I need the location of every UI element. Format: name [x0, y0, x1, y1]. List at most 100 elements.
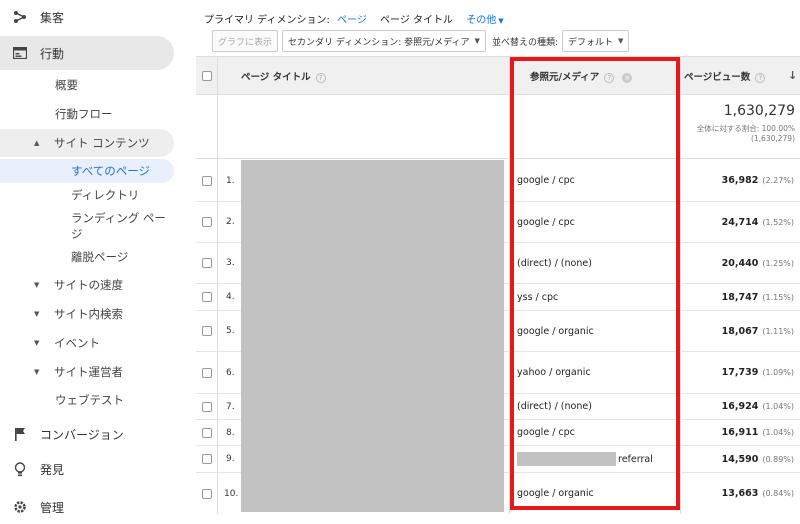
- pageviews-pct: (1.52%): [762, 217, 794, 227]
- dimension-page-link[interactable]: ページ: [337, 15, 367, 26]
- row-number: 6.: [226, 367, 235, 378]
- remove-dimension-icon[interactable]: ×: [622, 72, 633, 83]
- pageviews-pct: (0.89%): [762, 454, 794, 464]
- report-area: プライマリ ディメンション: ページ ページ タイトル その他 ▼ グラフに表示 …: [196, 0, 800, 514]
- nav-all-pages-label: すべてのページ: [71, 164, 151, 178]
- row-checkbox-cell: [202, 160, 216, 201]
- dimension-other-link[interactable]: その他: [466, 15, 496, 26]
- nav-overview[interactable]: 概要: [0, 77, 174, 93]
- col-pageviews-header[interactable]: ページビュー数?: [684, 69, 766, 83]
- secondary-dimension-dropdown[interactable]: セカンダリ ディメンション: 参照元/メディア ▼: [282, 30, 486, 52]
- source-medium-cell[interactable]: google / cpc: [517, 160, 677, 201]
- lightbulb-icon: [0, 461, 40, 477]
- redacted-referral-source: [517, 452, 616, 466]
- row-number: 2.: [226, 217, 235, 227]
- nav-directory[interactable]: ディレクトリ: [0, 187, 174, 203]
- row-checkbox-cell: [202, 473, 216, 514]
- total-pct-value: (1,630,279): [750, 134, 795, 143]
- nav-landing-pages-label: ランディング ページ: [71, 211, 166, 241]
- source-medium-cell[interactable]: (direct) / (none): [517, 243, 677, 283]
- nav-behavior-flow-label: 行動フロー: [55, 107, 113, 121]
- nav-discover-label: 発見: [40, 462, 65, 477]
- primary-dimension-label: プライマリ ディメンション:: [204, 15, 330, 26]
- nav-admin[interactable]: 管理: [0, 490, 174, 524]
- table-toolbar: グラフに表示 セカンダリ ディメンション: 参照元/メディア ▼ 並べ替えの種類:…: [212, 30, 630, 52]
- nav-exit-pages[interactable]: 離脱ページ: [0, 249, 174, 265]
- help-icon[interactable]: ?: [755, 72, 766, 83]
- nav-experiments[interactable]: ウェブテスト: [0, 392, 174, 408]
- source-medium-cell[interactable]: google / organic: [517, 473, 677, 514]
- triangle-down-icon: ▼: [34, 310, 40, 318]
- source-medium-cell[interactable]: yss / cpc: [517, 284, 677, 310]
- col-page-title-header[interactable]: ページ タイトル?: [241, 69, 326, 83]
- primary-dimension-bar: プライマリ ディメンション: ページ ページ タイトル その他 ▼: [204, 11, 504, 26]
- source-medium-cell[interactable]: google / organic: [517, 311, 677, 351]
- pageviews-pct: (1.09%): [762, 368, 794, 377]
- col-source-medium-header[interactable]: 参照元/メディア? ×: [530, 69, 633, 83]
- row-checkbox-cell: [202, 394, 216, 419]
- nav-behavior[interactable]: 行動: [0, 36, 174, 70]
- flag-icon: [0, 427, 40, 441]
- nav-site-content[interactable]: ▲ サイト コンテンツ: [0, 129, 174, 157]
- help-icon[interactable]: ?: [315, 72, 326, 83]
- pageviews-pct: (1.04%): [762, 402, 794, 411]
- nav-events[interactable]: ▼ イベント: [0, 335, 174, 351]
- row-checkbox[interactable]: [202, 217, 212, 227]
- pageviews-value: 16,911: [721, 427, 759, 438]
- row-checkbox[interactable]: [202, 258, 212, 268]
- nav-landing-pages[interactable]: ランディング ページ: [0, 210, 174, 244]
- source-medium-cell[interactable]: google / cpc: [517, 420, 677, 445]
- pageviews-value: 18,067: [721, 325, 759, 337]
- chevron-down-icon: ▼: [498, 17, 504, 25]
- nav-publisher[interactable]: ▼ サイト運営者: [0, 364, 174, 380]
- plot-rows-button[interactable]: グラフに表示: [212, 30, 279, 52]
- nav-admin-label: 管理: [40, 500, 65, 515]
- row-number: 7.: [226, 401, 235, 412]
- triangle-up-icon: ▲: [34, 139, 40, 147]
- select-all-checkbox[interactable]: [202, 70, 212, 81]
- pageviews-pct: (1.15%): [762, 292, 794, 302]
- source-medium-cell[interactable]: yahoo / organic: [517, 352, 677, 393]
- row-checkbox[interactable]: [202, 454, 212, 464]
- acquisition-icon: [0, 10, 40, 24]
- row-number: 9.: [226, 454, 235, 464]
- row-checkbox-cell: [202, 311, 216, 351]
- sort-descending-icon[interactable]: ↓: [788, 69, 797, 82]
- row-checkbox[interactable]: [202, 401, 212, 412]
- row-checkbox-cell: [202, 284, 216, 310]
- sidebar: 集客 行動 概要 行動フロー ▲ サイト コンテンツ すべてのページ ディレクト…: [0, 0, 188, 515]
- help-icon[interactable]: ?: [604, 72, 615, 83]
- source-medium-cell[interactable]: (direct) / (none): [517, 394, 677, 419]
- pageviews-cell: 16,911 (1.04%): [680, 420, 794, 445]
- nav-discover[interactable]: 発見: [0, 452, 174, 486]
- pageviews-value: 18,747: [721, 291, 759, 303]
- pageviews-cell: 17,739 (1.09%): [680, 352, 794, 393]
- nav-behavior-flow[interactable]: 行動フロー: [0, 106, 174, 122]
- pageviews-cell: 14,590 (0.89%): [680, 446, 794, 472]
- nav-audience-label: 集客: [40, 10, 65, 25]
- nav-overview-label: 概要: [55, 78, 78, 92]
- pageviews-value: 17,739: [721, 367, 759, 378]
- nav-site-speed[interactable]: ▼ サイトの速度: [0, 277, 174, 293]
- dimension-page-title[interactable]: ページ タイトル: [380, 15, 453, 26]
- caret-down-icon: ▼: [474, 37, 480, 45]
- source-medium-cell[interactable]: google / cpc: [517, 202, 677, 242]
- row-checkbox[interactable]: [202, 488, 212, 499]
- col-pageviews-label: ページビュー数: [684, 71, 751, 83]
- nav-audience[interactable]: 集客: [0, 0, 174, 34]
- row-checkbox[interactable]: [202, 427, 212, 438]
- pageviews-value: 24,714: [721, 216, 759, 228]
- row-checkbox[interactable]: [202, 292, 212, 302]
- behavior-icon: [0, 47, 40, 59]
- sort-type-dropdown[interactable]: デフォルト ▼: [561, 30, 630, 52]
- row-checkbox[interactable]: [202, 367, 212, 378]
- nav-all-pages[interactable]: すべてのページ: [0, 159, 174, 183]
- nav-site-search[interactable]: ▼ サイト内検索: [0, 306, 174, 322]
- sort-type-label: 並べ替えの種類:: [491, 37, 558, 48]
- row-checkbox[interactable]: [202, 326, 212, 336]
- row-number: 3.: [226, 258, 235, 268]
- nav-conversions[interactable]: コンバージョン: [0, 417, 174, 451]
- row-checkbox[interactable]: [202, 175, 212, 186]
- pageviews-pct: (1.11%): [762, 326, 794, 336]
- total-pct-label: 全体に対する割合: 100.00%: [696, 124, 795, 133]
